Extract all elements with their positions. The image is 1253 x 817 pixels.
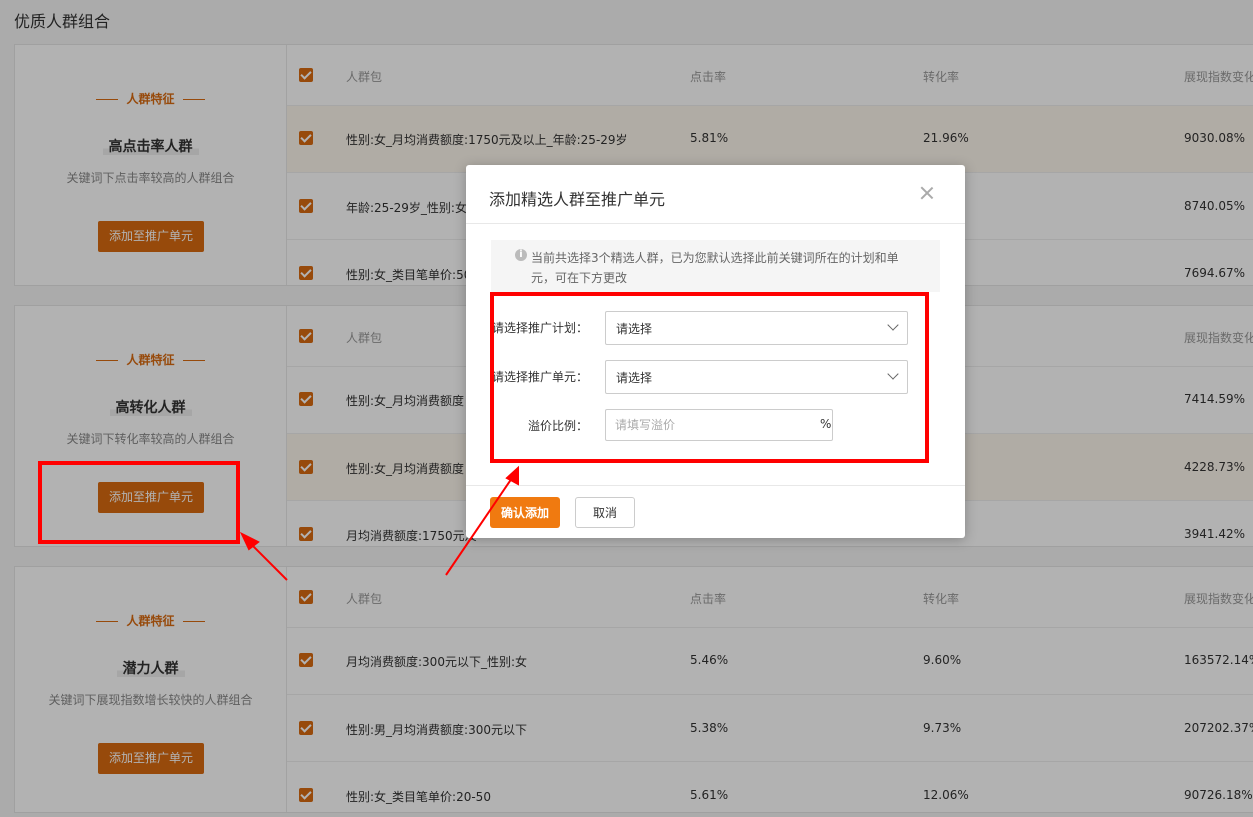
annotation-box-button — [38, 461, 240, 544]
modal-divider — [466, 223, 965, 224]
cancel-button[interactable]: 取消 — [575, 497, 635, 528]
modal-title: 添加精选人群至推广单元 — [489, 190, 666, 209]
modal-footer-divider — [466, 485, 965, 486]
close-icon[interactable] — [919, 185, 935, 201]
tip-box: i 当前共选择3个精选人群，已为您默认选择此前关键词所在的计划和单元，可在下方更… — [491, 240, 940, 292]
tip-text: 当前共选择3个精选人群，已为您默认选择此前关键词所在的计划和单元，可在下方更改 — [531, 251, 899, 285]
confirm-add-button[interactable]: 确认添加 — [490, 497, 560, 528]
annotation-box-form — [490, 292, 929, 463]
info-icon: i — [515, 249, 527, 261]
